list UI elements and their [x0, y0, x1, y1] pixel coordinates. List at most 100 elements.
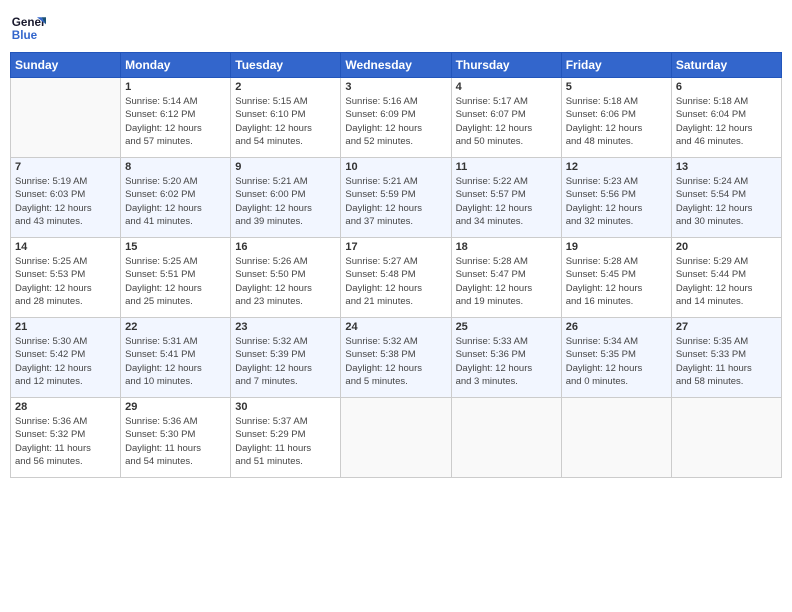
day-detail: Sunrise: 5:20 AM Sunset: 6:02 PM Dayligh…: [125, 175, 226, 228]
day-number: 6: [676, 81, 777, 93]
calendar-week-row: 7 Sunrise: 5:19 AM Sunset: 6:03 PM Daylig…: [11, 158, 782, 238]
day-number: 8: [125, 161, 226, 173]
day-number: 30: [235, 401, 336, 413]
day-detail: Sunrise: 5:23 AM Sunset: 5:56 PM Dayligh…: [566, 175, 667, 228]
calendar-cell: 12 Sunrise: 5:23 AM Sunset: 5:56 PM Dayli…: [561, 158, 671, 238]
calendar-header: SundayMondayTuesdayWednesdayThursdayFrid…: [11, 53, 782, 78]
calendar-cell: 16 Sunrise: 5:26 AM Sunset: 5:50 PM Dayli…: [231, 238, 341, 318]
calendar-cell: 9 Sunrise: 5:21 AM Sunset: 6:00 PM Daylig…: [231, 158, 341, 238]
day-detail: Sunrise: 5:25 AM Sunset: 5:51 PM Dayligh…: [125, 255, 226, 308]
calendar-week-row: 14 Sunrise: 5:25 AM Sunset: 5:53 PM Dayli…: [11, 238, 782, 318]
calendar-cell: 24 Sunrise: 5:32 AM Sunset: 5:38 PM Dayli…: [341, 318, 451, 398]
calendar-cell: 25 Sunrise: 5:33 AM Sunset: 5:36 PM Dayli…: [451, 318, 561, 398]
calendar-cell: 20Sunrise: 5:29 AM Sunset: 5:44 PM Dayli…: [671, 238, 781, 318]
day-number: 17: [345, 241, 446, 253]
day-detail: Sunrise: 5:22 AM Sunset: 5:57 PM Dayligh…: [456, 175, 557, 228]
calendar-cell: 19 Sunrise: 5:28 AM Sunset: 5:45 PM Dayli…: [561, 238, 671, 318]
day-number: 13: [676, 161, 777, 173]
day-detail: Sunrise: 5:21 AM Sunset: 5:59 PM Dayligh…: [345, 175, 446, 228]
day-detail: Sunrise: 5:16 AM Sunset: 6:09 PM Dayligh…: [345, 95, 446, 148]
calendar-cell: 22 Sunrise: 5:31 AM Sunset: 5:41 PM Dayli…: [121, 318, 231, 398]
day-detail: Sunrise: 5:14 AM Sunset: 6:12 PM Dayligh…: [125, 95, 226, 148]
day-number: 18: [456, 241, 557, 253]
calendar-body: 1 Sunrise: 5:14 AM Sunset: 6:12 PM Daylig…: [11, 78, 782, 478]
day-number: 14: [15, 241, 116, 253]
weekday-header: Tuesday: [231, 53, 341, 78]
day-number: 28: [15, 401, 116, 413]
day-number: 19: [566, 241, 667, 253]
calendar-cell: 8 Sunrise: 5:20 AM Sunset: 6:02 PM Daylig…: [121, 158, 231, 238]
day-number: 7: [15, 161, 116, 173]
day-detail: Sunrise: 5:18 AM Sunset: 6:04 PM Dayligh…: [676, 95, 777, 148]
day-detail: Sunrise: 5:32 AM Sunset: 5:39 PM Dayligh…: [235, 335, 336, 388]
calendar-cell: 11 Sunrise: 5:22 AM Sunset: 5:57 PM Dayli…: [451, 158, 561, 238]
calendar-cell: 13 Sunrise: 5:24 AM Sunset: 5:54 PM Dayli…: [671, 158, 781, 238]
weekday-header: Monday: [121, 53, 231, 78]
day-detail: Sunrise: 5:34 AM Sunset: 5:35 PM Dayligh…: [566, 335, 667, 388]
day-detail: Sunrise: 5:37 AM Sunset: 5:29 PM Dayligh…: [235, 415, 336, 468]
day-detail: Sunrise: 5:25 AM Sunset: 5:53 PM Dayligh…: [15, 255, 116, 308]
day-number: 22: [125, 321, 226, 333]
day-number: 9: [235, 161, 336, 173]
calendar-cell: 29 Sunrise: 5:36 AM Sunset: 5:30 PM Dayli…: [121, 398, 231, 478]
day-detail: Sunrise: 5:36 AM Sunset: 5:32 PM Dayligh…: [15, 415, 116, 468]
day-number: 21: [15, 321, 116, 333]
day-number: 15: [125, 241, 226, 253]
day-number: 24: [345, 321, 446, 333]
svg-text:Blue: Blue: [12, 29, 38, 42]
day-number: 1: [125, 81, 226, 93]
day-detail: Sunrise: 5:28 AM Sunset: 5:45 PM Dayligh…: [566, 255, 667, 308]
weekday-header: Wednesday: [341, 53, 451, 78]
day-detail: Sunrise: 5:18 AM Sunset: 6:06 PM Dayligh…: [566, 95, 667, 148]
calendar-cell: 7 Sunrise: 5:19 AM Sunset: 6:03 PM Daylig…: [11, 158, 121, 238]
day-number: 16: [235, 241, 336, 253]
calendar-cell: 21Sunrise: 5:30 AM Sunset: 5:42 PM Dayli…: [11, 318, 121, 398]
day-detail: Sunrise: 5:21 AM Sunset: 6:00 PM Dayligh…: [235, 175, 336, 228]
calendar-cell: 6 Sunrise: 5:18 AM Sunset: 6:04 PM Daylig…: [671, 78, 781, 158]
day-detail: Sunrise: 5:36 AM Sunset: 5:30 PM Dayligh…: [125, 415, 226, 468]
calendar-cell: 28 Sunrise: 5:36 AM Sunset: 5:32 PM Dayli…: [11, 398, 121, 478]
day-number: 25: [456, 321, 557, 333]
calendar-week-row: 21Sunrise: 5:30 AM Sunset: 5:42 PM Dayli…: [11, 318, 782, 398]
calendar-cell: 30 Sunrise: 5:37 AM Sunset: 5:29 PM Dayli…: [231, 398, 341, 478]
day-number: 3: [345, 81, 446, 93]
calendar-week-row: 1 Sunrise: 5:14 AM Sunset: 6:12 PM Daylig…: [11, 78, 782, 158]
calendar-cell: [341, 398, 451, 478]
day-number: 29: [125, 401, 226, 413]
day-detail: Sunrise: 5:17 AM Sunset: 6:07 PM Dayligh…: [456, 95, 557, 148]
day-number: 11: [456, 161, 557, 173]
day-number: 10: [345, 161, 446, 173]
day-detail: Sunrise: 5:33 AM Sunset: 5:36 PM Dayligh…: [456, 335, 557, 388]
calendar-cell: 15 Sunrise: 5:25 AM Sunset: 5:51 PM Dayli…: [121, 238, 231, 318]
page-header: General Blue: [10, 10, 782, 46]
day-number: 5: [566, 81, 667, 93]
calendar-cell: [451, 398, 561, 478]
day-number: 12: [566, 161, 667, 173]
day-detail: Sunrise: 5:31 AM Sunset: 5:41 PM Dayligh…: [125, 335, 226, 388]
day-detail: Sunrise: 5:24 AM Sunset: 5:54 PM Dayligh…: [676, 175, 777, 228]
calendar-cell: 23 Sunrise: 5:32 AM Sunset: 5:39 PM Dayli…: [231, 318, 341, 398]
day-detail: Sunrise: 5:32 AM Sunset: 5:38 PM Dayligh…: [345, 335, 446, 388]
day-number: 27: [676, 321, 777, 333]
calendar-week-row: 28 Sunrise: 5:36 AM Sunset: 5:32 PM Dayli…: [11, 398, 782, 478]
day-detail: Sunrise: 5:28 AM Sunset: 5:47 PM Dayligh…: [456, 255, 557, 308]
calendar-cell: [561, 398, 671, 478]
day-number: 26: [566, 321, 667, 333]
calendar-cell: 4 Sunrise: 5:17 AM Sunset: 6:07 PM Daylig…: [451, 78, 561, 158]
calendar-cell: 2 Sunrise: 5:15 AM Sunset: 6:10 PM Daylig…: [231, 78, 341, 158]
calendar-cell: 3 Sunrise: 5:16 AM Sunset: 6:09 PM Daylig…: [341, 78, 451, 158]
calendar-cell: 10 Sunrise: 5:21 AM Sunset: 5:59 PM Dayli…: [341, 158, 451, 238]
day-number: 20: [676, 241, 777, 253]
calendar-cell: 1 Sunrise: 5:14 AM Sunset: 6:12 PM Daylig…: [121, 78, 231, 158]
day-detail: Sunrise: 5:26 AM Sunset: 5:50 PM Dayligh…: [235, 255, 336, 308]
calendar-cell: 18 Sunrise: 5:28 AM Sunset: 5:47 PM Dayli…: [451, 238, 561, 318]
day-detail: Sunrise: 5:19 AM Sunset: 6:03 PM Dayligh…: [15, 175, 116, 228]
calendar-cell: 14 Sunrise: 5:25 AM Sunset: 5:53 PM Dayli…: [11, 238, 121, 318]
weekday-header: Sunday: [11, 53, 121, 78]
day-number: 2: [235, 81, 336, 93]
logo-icon: General Blue: [10, 10, 46, 46]
day-number: 4: [456, 81, 557, 93]
day-detail: Sunrise: 5:35 AM Sunset: 5:33 PM Dayligh…: [676, 335, 777, 388]
day-detail: Sunrise: 5:15 AM Sunset: 6:10 PM Dayligh…: [235, 95, 336, 148]
day-number: 23: [235, 321, 336, 333]
